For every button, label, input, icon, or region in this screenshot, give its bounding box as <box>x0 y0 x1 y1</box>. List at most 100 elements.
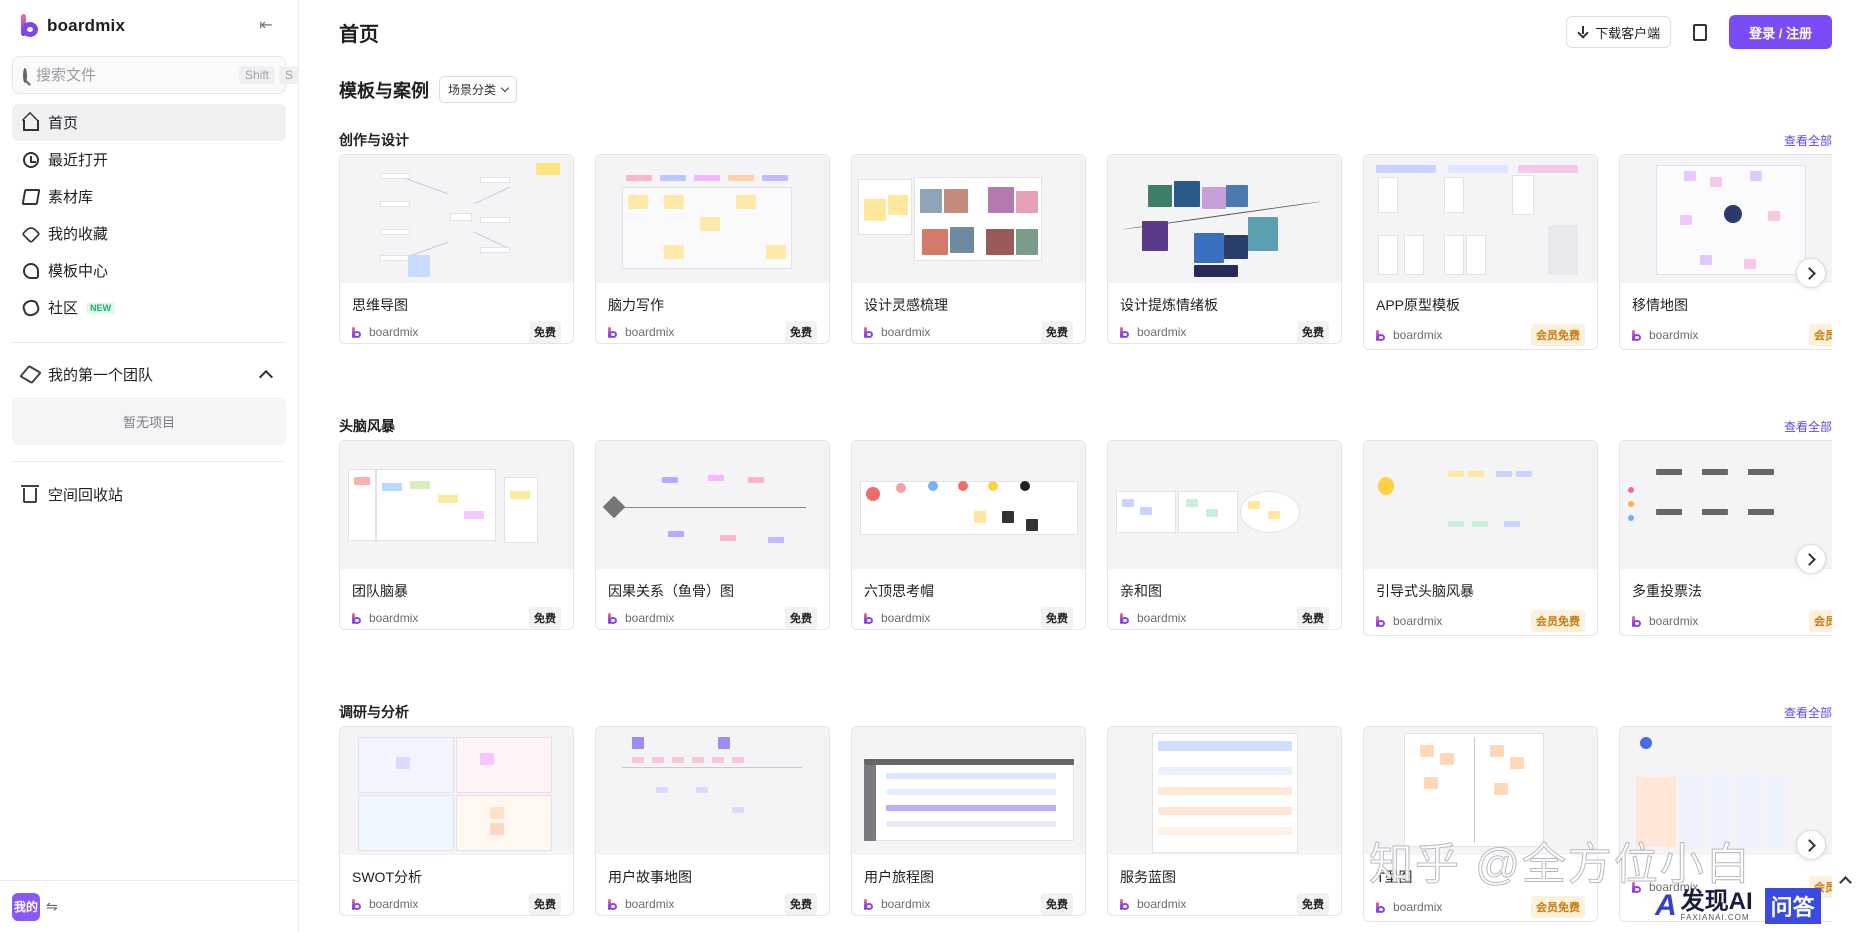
chevron-down-icon <box>500 83 510 93</box>
sidebar-item-recent[interactable]: 最近打开 <box>12 141 286 178</box>
card-title: 因果关系（鱼骨）图 <box>608 583 734 599</box>
category-research-analysis: 调研与分析 查看全部 SWOT分析 boardmix 免费 用户故事地图 boa… <box>339 702 1872 926</box>
price-badge: 免费 <box>529 893 561 915</box>
ai-logo-icon: A <box>1655 889 1677 922</box>
team-header[interactable]: 我的第一个团队 <box>0 357 298 391</box>
price-badge: 免费 <box>1297 607 1329 629</box>
card-title: APP原型模板 <box>1376 297 1461 313</box>
card-title: 设计提炼情绪板 <box>1120 297 1218 313</box>
template-card[interactable]: 六顶思考帽 boardmix 免费 <box>851 440 1086 630</box>
chevron-up-icon[interactable] <box>258 369 274 385</box>
switch-icon[interactable]: ⇋ <box>46 898 58 915</box>
sidebar-item-community[interactable]: 社区 NEW <box>12 289 286 326</box>
card-author: boardmix <box>881 325 931 339</box>
sidebar-item-library[interactable]: 素材库 <box>12 178 286 215</box>
template-card[interactable]: 设计灵感梳理 boardmix 免费 <box>851 154 1086 344</box>
card-author: boardmix <box>625 325 675 339</box>
card-author: boardmix <box>1393 328 1443 342</box>
sidebar-item-home[interactable]: 首页 <box>12 104 286 141</box>
download-client-button[interactable]: 下载客户端 <box>1566 16 1672 48</box>
template-thumbnail <box>1108 155 1341 283</box>
brand-name: boardmix <box>47 16 126 35</box>
template-thumbnail <box>596 155 829 283</box>
card-title: SWOT分析 <box>352 869 422 885</box>
card-author: boardmix <box>1137 611 1187 625</box>
app-root: boardmix ⇤ Shift S 首页 最近打开 素材库 <box>0 0 1872 932</box>
card-row: 思维导图 boardmix 免费 脑力写作 boardmix 免费 设计灵感梳理… <box>339 154 1872 350</box>
category-creation-design: 创作与设计 查看全部 思维导图 boardmix 免费 脑力写作 boardmi… <box>339 130 1872 354</box>
card-author: boardmix <box>625 897 675 911</box>
boardmix-logo-icon <box>20 14 40 38</box>
scene-filter-label: 场景分类 <box>448 83 497 97</box>
template-card[interactable]: 设计提炼情绪板 boardmix 免费 <box>1107 154 1342 344</box>
template-thumbnail <box>1364 155 1597 283</box>
sidebar-item-trash[interactable]: 空间回收站 <box>0 476 298 512</box>
carousel-next-button[interactable] <box>1796 544 1826 574</box>
search-box[interactable]: Shift S <box>12 56 300 94</box>
collapse-sidebar-icon[interactable]: ⇤ <box>256 16 276 36</box>
template-card[interactable]: 亲和图 boardmix 免费 <box>1107 440 1342 630</box>
template-card[interactable]: 用户故事地图 boardmix 免费 <box>595 726 830 916</box>
top-actions: 下载客户端 登录 / 注册 <box>1566 15 1832 49</box>
category-brainstorm: 头脑风暴 查看全部 团队脑暴 boardmix 免费 因果关系（鱼骨）图 boa… <box>339 416 1872 640</box>
sidebar-item-favorites[interactable]: 我的收藏 <box>12 215 286 252</box>
price-badge: 免费 <box>1297 893 1329 915</box>
avatar[interactable]: 我的 <box>12 892 40 921</box>
template-card[interactable]: 因果关系（鱼骨）图 boardmix 免费 <box>595 440 830 630</box>
brand[interactable]: boardmix <box>0 0 298 52</box>
clock-icon <box>23 151 39 168</box>
logo-main-text: 发现AI <box>1680 888 1753 915</box>
card-title: 六顶思考帽 <box>864 583 934 599</box>
template-card[interactable]: 引导式头脑风暴 boardmix 会员免费 <box>1363 440 1598 636</box>
card-row: 团队脑暴 boardmix 免费 因果关系（鱼骨）图 boardmix 免费 六… <box>339 440 1872 636</box>
library-icon <box>21 188 41 205</box>
template-card[interactable]: 服务蓝图 boardmix 免费 <box>1107 726 1342 916</box>
template-card[interactable]: APP原型模板 boardmix 会员免费 <box>1363 154 1598 350</box>
login-button[interactable]: 登录 / 注册 <box>1729 15 1832 49</box>
price-badge: 免费 <box>1297 321 1329 343</box>
template-card[interactable]: 多重投票法 boardmix 会员 <box>1619 440 1854 636</box>
sidebar-item-label: 模板中心 <box>48 263 109 280</box>
boardmix-author-icon <box>864 612 873 624</box>
scroll-top-icon[interactable] <box>1834 870 1856 892</box>
sidebar-item-templates[interactable]: 模板中心 <box>12 252 286 289</box>
template-card[interactable]: 脑力写作 boardmix 免费 <box>595 154 830 344</box>
price-badge: 免费 <box>1041 893 1073 915</box>
template-card[interactable]: T型图 boardmix 会员免费 <box>1363 726 1598 922</box>
template-card[interactable]: 思维导图 boardmix 免费 <box>339 154 574 344</box>
carousel-next-button[interactable] <box>1796 258 1826 288</box>
main-content: 首页 下载客户端 登录 / 注册 模板与案例 场景分类 创作与设计 查看全部 思… <box>299 0 1872 932</box>
boardmix-author-icon <box>1120 326 1129 338</box>
boardmix-author-icon <box>608 612 617 624</box>
card-author: boardmix <box>1137 897 1187 911</box>
community-icon <box>20 297 42 318</box>
watermark-text: 知乎 @全方位小白 <box>1369 840 1752 890</box>
template-card[interactable]: 用户旅程图 boardmix 免费 <box>851 726 1086 916</box>
template-card[interactable]: 移情地图 boardmix 会员 <box>1619 154 1854 350</box>
template-card[interactable]: 团队脑暴 boardmix 免费 <box>339 440 574 630</box>
card-author: boardmix <box>1137 325 1187 339</box>
see-all-link[interactable]: 查看全部 <box>1784 704 1832 721</box>
boardmix-author-icon <box>1632 615 1641 627</box>
document-icon[interactable] <box>1693 23 1708 41</box>
scene-filter-dropdown[interactable]: 场景分类 <box>439 76 518 103</box>
card-title: 移情地图 <box>1632 297 1688 313</box>
see-all-link[interactable]: 查看全部 <box>1784 132 1832 149</box>
sidebar-item-label: 素材库 <box>48 189 94 206</box>
template-thumbnail <box>340 441 573 569</box>
template-thumbnail <box>1364 441 1597 569</box>
sidebar-divider <box>12 461 286 462</box>
search-input[interactable] <box>36 66 235 84</box>
sidebar-nav: 首页 最近打开 素材库 我的收藏 模板中心 社区 NEW <box>0 104 298 326</box>
boardmix-author-icon <box>864 898 873 910</box>
site-logo-overlay: A 发现AI FAXIANAI.COM 问答 <box>1655 888 1821 924</box>
carousel-next-button[interactable] <box>1796 830 1826 860</box>
card-title: 引导式头脑风暴 <box>1376 583 1474 599</box>
boardmix-author-icon <box>352 326 361 338</box>
template-card[interactable]: SWOT分析 boardmix 免费 <box>339 726 574 916</box>
card-title: 用户旅程图 <box>864 869 934 885</box>
card-author: boardmix <box>369 325 419 339</box>
card-title: 团队脑暴 <box>352 583 408 599</box>
templates-title: 模板与案例 <box>339 80 429 101</box>
see-all-link[interactable]: 查看全部 <box>1784 418 1832 435</box>
